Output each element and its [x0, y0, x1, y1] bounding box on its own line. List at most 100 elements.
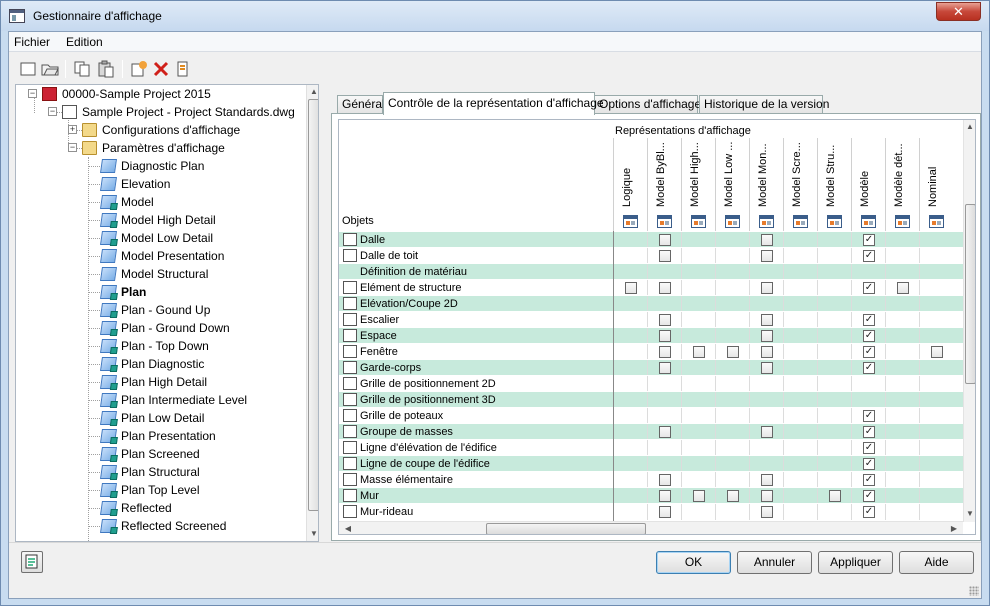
column-header[interactable]: Model Stru...: [817, 138, 851, 231]
tree-node[interactable]: Plan Low Detail: [16, 409, 304, 427]
table-row[interactable]: Escalier: [339, 311, 963, 328]
representation-checkbox[interactable]: [659, 234, 671, 246]
representation-checkbox[interactable]: [761, 346, 773, 358]
representation-checkbox[interactable]: [659, 426, 671, 438]
column-header[interactable]: Model Mon...: [749, 138, 783, 231]
table-row[interactable]: Mur-rideau: [339, 503, 963, 520]
tree-node[interactable]: Plan Intermediate Level: [16, 391, 304, 409]
representation-checkbox[interactable]: [863, 474, 875, 486]
paste-icon[interactable]: [97, 60, 115, 78]
open-icon[interactable]: [41, 60, 59, 78]
representation-checkbox[interactable]: [863, 362, 875, 374]
collapse-icon[interactable]: −: [68, 143, 77, 152]
representation-checkbox[interactable]: [863, 410, 875, 422]
representation-checkbox[interactable]: [761, 282, 773, 294]
representation-checkbox[interactable]: [863, 234, 875, 246]
grid-vertical-thumb[interactable]: [965, 204, 975, 384]
representation-checkbox[interactable]: [761, 506, 773, 518]
representation-checkbox[interactable]: [659, 474, 671, 486]
representation-checkbox[interactable]: [727, 346, 739, 358]
expand-icon[interactable]: +: [68, 125, 77, 134]
representation-checkbox[interactable]: [761, 474, 773, 486]
representation-checkbox[interactable]: [659, 346, 671, 358]
table-row[interactable]: Mur: [339, 487, 963, 504]
apply-button[interactable]: Appliquer: [818, 551, 893, 574]
tree-node[interactable]: Reflected: [16, 499, 304, 517]
representation-checkbox[interactable]: [931, 346, 943, 358]
table-row[interactable]: Grille de positionnement 2D: [339, 375, 963, 392]
close-button[interactable]: ✕: [936, 2, 981, 21]
title-bar[interactable]: Gestionnaire d'affichage ✕: [1, 1, 989, 31]
tree-node[interactable]: Diagnostic Plan: [16, 157, 304, 175]
tab-1[interactable]: Contrôle de la représentation d'affichag…: [383, 92, 604, 115]
new-icon[interactable]: [19, 60, 37, 78]
tree-node[interactable]: − 00000-Sample Project 2015: [16, 85, 304, 103]
ok-button[interactable]: OK: [656, 551, 731, 574]
table-row[interactable]: Ligne d'élévation de l'édifice: [339, 439, 963, 456]
menu-fichier[interactable]: Fichier: [14, 35, 50, 49]
representation-checkbox[interactable]: [761, 314, 773, 326]
tab-2[interactable]: Options d'affichage: [594, 95, 701, 114]
copy-icon[interactable]: [73, 60, 91, 78]
tree-node[interactable]: Plan: [16, 283, 304, 301]
help-button[interactable]: Aide: [899, 551, 974, 574]
representation-checkbox[interactable]: [863, 442, 875, 454]
delete-icon[interactable]: [152, 60, 170, 78]
representation-checkbox[interactable]: [761, 426, 773, 438]
tree-node[interactable]: − Paramètres d'affichage: [16, 139, 304, 157]
representation-checkbox[interactable]: [659, 282, 671, 294]
tree-node[interactable]: Elevation: [16, 175, 304, 193]
representation-checkbox[interactable]: [863, 426, 875, 438]
tree-node[interactable]: Model High Detail: [16, 211, 304, 229]
representation-checkbox[interactable]: [659, 506, 671, 518]
column-header[interactable]: Logique: [613, 138, 647, 231]
representation-checkbox[interactable]: [659, 330, 671, 342]
table-row[interactable]: Fenêtre: [339, 343, 963, 360]
representation-checkbox[interactable]: [659, 250, 671, 262]
tab-3[interactable]: Historique de la version: [699, 95, 829, 114]
scroll-up-arrow-icon[interactable]: ▲: [307, 85, 318, 99]
table-row[interactable]: Garde-corps: [339, 359, 963, 376]
table-row[interactable]: Définition de matériau: [339, 263, 963, 280]
representation-checkbox[interactable]: [659, 362, 671, 374]
table-row[interactable]: Grille de poteaux: [339, 407, 963, 424]
representation-checkbox[interactable]: [863, 506, 875, 518]
representation-checkbox[interactable]: [727, 490, 739, 502]
representation-checkbox[interactable]: [761, 234, 773, 246]
table-row[interactable]: Espace: [339, 327, 963, 344]
table-row[interactable]: Elément de structure: [339, 279, 963, 296]
tree-node[interactable]: Plan - Gound Up: [16, 301, 304, 319]
table-row[interactable]: Ligne de coupe de l'édifice: [339, 455, 963, 472]
representation-checkbox[interactable]: [863, 490, 875, 502]
representation-checkbox[interactable]: [829, 490, 841, 502]
representation-checkbox[interactable]: [659, 314, 671, 326]
tree-node[interactable]: Plan Top Level: [16, 481, 304, 499]
tree-node[interactable]: − Sample Project - Project Standards.dwg: [16, 103, 304, 121]
display-tree[interactable]: −00000-Sample Project 2015− Sample Projec…: [15, 84, 319, 542]
tree-node[interactable]: Model Structural: [16, 265, 304, 283]
representation-checkbox[interactable]: [863, 314, 875, 326]
grid-horizontal-thumb[interactable]: [486, 523, 646, 534]
representation-checkbox[interactable]: [897, 282, 909, 294]
representation-checkbox[interactable]: [863, 250, 875, 262]
grid-vertical-scrollbar[interactable]: ▲ ▼: [963, 120, 975, 522]
collapse-icon[interactable]: −: [48, 107, 57, 116]
representation-checkbox[interactable]: [659, 490, 671, 502]
table-row[interactable]: Dalle de toit: [339, 247, 963, 264]
column-header[interactable]: Model Low ...: [715, 138, 749, 231]
representation-checkbox[interactable]: [863, 458, 875, 470]
tree-node[interactable]: Model: [16, 193, 304, 211]
resize-grip[interactable]: [969, 586, 979, 596]
representation-checkbox[interactable]: [693, 490, 705, 502]
tree-node[interactable]: Plan - Top Down: [16, 337, 304, 355]
representation-checkbox[interactable]: [625, 282, 637, 294]
tree-node[interactable]: + Configurations d'affichage: [16, 121, 304, 139]
new-representation-icon[interactable]: [130, 60, 148, 78]
scroll-down-arrow-icon[interactable]: ▼: [964, 507, 975, 521]
column-header[interactable]: Model High...: [681, 138, 715, 231]
representation-checkbox[interactable]: [761, 330, 773, 342]
column-header[interactable]: Modèle: [851, 138, 885, 231]
tree-node[interactable]: Model Low Detail: [16, 229, 304, 247]
column-header[interactable]: Nominal: [919, 138, 953, 231]
representation-checkbox[interactable]: [761, 362, 773, 374]
